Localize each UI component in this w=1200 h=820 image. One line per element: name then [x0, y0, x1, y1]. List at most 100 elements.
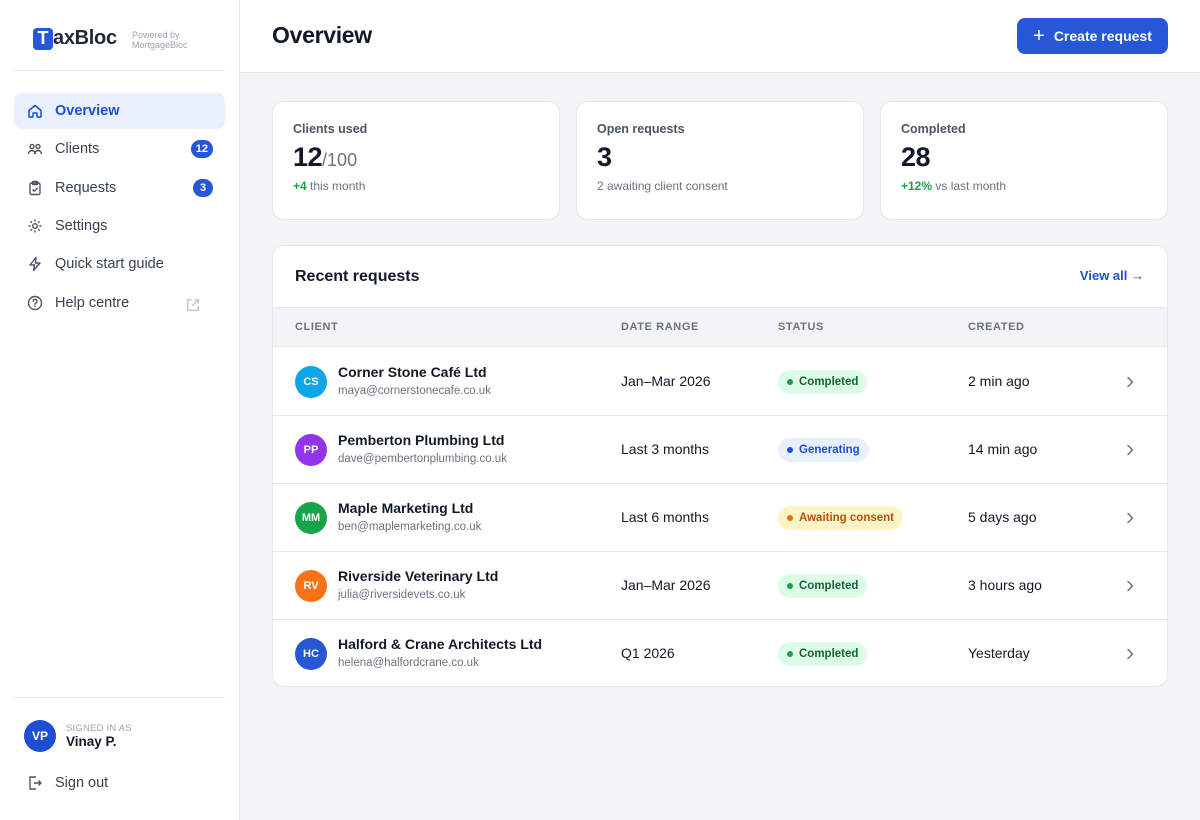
brand-logo[interactable]: T axBloc [33, 27, 117, 50]
powered-by-line2: MortgageBloc [132, 40, 188, 50]
column-header-created[interactable]: CREATED [968, 321, 1025, 333]
logo-mark: T [33, 27, 53, 50]
stat-value: 28 [901, 142, 931, 172]
created-cell: 2 min ago [968, 373, 1030, 389]
stat-change: +4 [293, 179, 307, 193]
stat-change: +12% [901, 179, 933, 193]
recent-requests-panel: Recent requests View all → CLIENT DATE R… [272, 245, 1168, 687]
table-row[interactable]: RV Riverside Veterinary Ltd julia@riversid… [273, 552, 1167, 620]
status-badge: Completed [778, 370, 868, 394]
clients-icon [27, 143, 43, 155]
table-row[interactable]: MM Maple Marketing Ltd ben@maplemarketing.… [273, 484, 1167, 552]
create-request-button[interactable]: + Create request [1017, 18, 1168, 54]
table-row[interactable]: PP Pemberton Plumbing Ltd dave@pembertonpl… [273, 416, 1167, 484]
sidebar-item-label: Settings [55, 218, 108, 234]
clients-count-badge: 12 [190, 140, 213, 158]
status-badge: Generating [778, 438, 869, 462]
status-label: Completed [799, 648, 859, 660]
chevron-right-icon[interactable] [1123, 579, 1137, 593]
clipboard-icon [29, 180, 41, 196]
chevron-right-icon[interactable] [1123, 375, 1137, 389]
stat-value: 3 [597, 142, 612, 172]
signed-in-label: SIGNED IN AS [66, 723, 132, 734]
created-cell: Yesterday [968, 645, 1030, 661]
chevron-right-icon[interactable] [1123, 647, 1137, 661]
gear-icon [28, 219, 42, 233]
date-range-cell: Jan–Mar 2026 [621, 373, 711, 389]
client-email: ben@maplemarketing.co.uk [338, 521, 482, 533]
stat-card-completed: Completed 28 +12% vs last month [880, 101, 1168, 220]
sidebar-item-help-centre[interactable]: Help centre [14, 285, 225, 321]
plus-icon: + [1033, 25, 1045, 47]
date-range-cell: Jan–Mar 2026 [621, 577, 711, 593]
home-icon [28, 104, 42, 118]
signed-in-user: VP SIGNED IN AS Vinay P. [24, 720, 132, 752]
created-cell: 3 hours ago [968, 577, 1042, 593]
stat-label: Open requests [597, 122, 685, 136]
stat-card-open-requests: Open requests 3 2 awaiting client consen… [576, 101, 864, 220]
chevron-right-icon[interactable] [1123, 443, 1137, 457]
external-link-icon [186, 298, 200, 312]
status-label: Completed [799, 580, 859, 592]
client-name: Riverside Veterinary Ltd [338, 568, 499, 584]
status-badge: Completed [778, 642, 868, 666]
logo-text: axBloc [53, 27, 117, 49]
sidebar-item-requests[interactable]: Requests 3 [14, 170, 225, 206]
column-header-status[interactable]: STATUS [778, 321, 824, 333]
column-header-client[interactable]: CLIENT [295, 321, 338, 333]
sidebar-item-clients[interactable]: Clients 12 [14, 131, 225, 167]
sidebar-item-overview[interactable]: Overview [14, 93, 225, 129]
status-dot [787, 583, 793, 589]
sidebar-item-settings[interactable]: Settings [14, 208, 225, 244]
page-header: Overview + Create request [240, 0, 1200, 73]
stat-subtext-text: this month [306, 179, 366, 193]
powered-by: Powered by MortgageBloc [132, 30, 188, 50]
stat-card-clients-used: Clients used 12/100 +4 this month [272, 101, 560, 220]
client-email: dave@pembertonplumbing.co.uk [338, 453, 507, 465]
stat-value: 12/100 [293, 142, 539, 173]
stat-subtext-text: vs last month [932, 179, 1007, 193]
date-range-cell: Q1 2026 [621, 645, 675, 661]
client-avatar: RV [295, 570, 327, 602]
client-name: Corner Stone Café Ltd [338, 364, 487, 380]
stat-subtext: +12% vs last month [901, 179, 1147, 193]
client-email: maya@cornerstonecafe.co.uk [338, 385, 491, 397]
sidebar-item-label: Help centre [55, 295, 130, 311]
client-avatar: HC [295, 638, 327, 670]
status-badge: Completed [778, 574, 868, 598]
status-label: Generating [799, 444, 860, 456]
help-icon [27, 295, 43, 311]
stat-label: Clients used [293, 122, 368, 136]
status-dot [787, 447, 793, 453]
stat-subtext: 2 awaiting client consent [597, 179, 728, 193]
sidebar-item-label: Clients [55, 141, 100, 157]
client-avatar: MM [295, 502, 327, 534]
sidebar-item-quick-start[interactable]: Quick start guide [14, 246, 225, 282]
created-cell: 14 min ago [968, 441, 1038, 457]
requests-count-badge: 3 [193, 179, 213, 197]
powered-by-line1: Powered by [132, 30, 180, 40]
user-name: Vinay P. [66, 734, 117, 749]
sign-out-button[interactable]: Sign out [27, 775, 108, 791]
page-title: Overview [272, 22, 372, 48]
sidebar-item-label: Quick start guide [55, 256, 164, 272]
date-range-cell: Last 3 months [621, 441, 709, 457]
table-header: CLIENT DATE RANGE STATUS CREATED [273, 307, 1167, 347]
stat-label: Completed [901, 122, 966, 136]
stat-value-number: 12 [293, 142, 323, 172]
chevron-right-icon[interactable] [1123, 511, 1137, 525]
client-name: Pemberton Plumbing Ltd [338, 432, 505, 448]
client-name: Halford & Crane Architects Ltd [338, 636, 543, 652]
table-row[interactable]: CS Corner Stone Café Ltd maya@cornerstonec… [273, 348, 1167, 416]
created-cell: 5 days ago [968, 509, 1037, 525]
bolt-icon [29, 256, 41, 272]
status-label: Awaiting consent [799, 512, 894, 524]
sidebar-item-label: Requests [55, 180, 117, 196]
sidebar-divider [14, 70, 225, 71]
table-row[interactable]: HC Halford & Crane Architects Ltd helena@h… [273, 620, 1167, 686]
client-name: Maple Marketing Ltd [338, 500, 474, 516]
date-range-cell: Last 6 months [621, 509, 709, 525]
status-dot [787, 379, 793, 385]
column-header-date-range[interactable]: DATE RANGE [621, 321, 699, 333]
view-all-link[interactable]: View all → [1080, 268, 1144, 283]
